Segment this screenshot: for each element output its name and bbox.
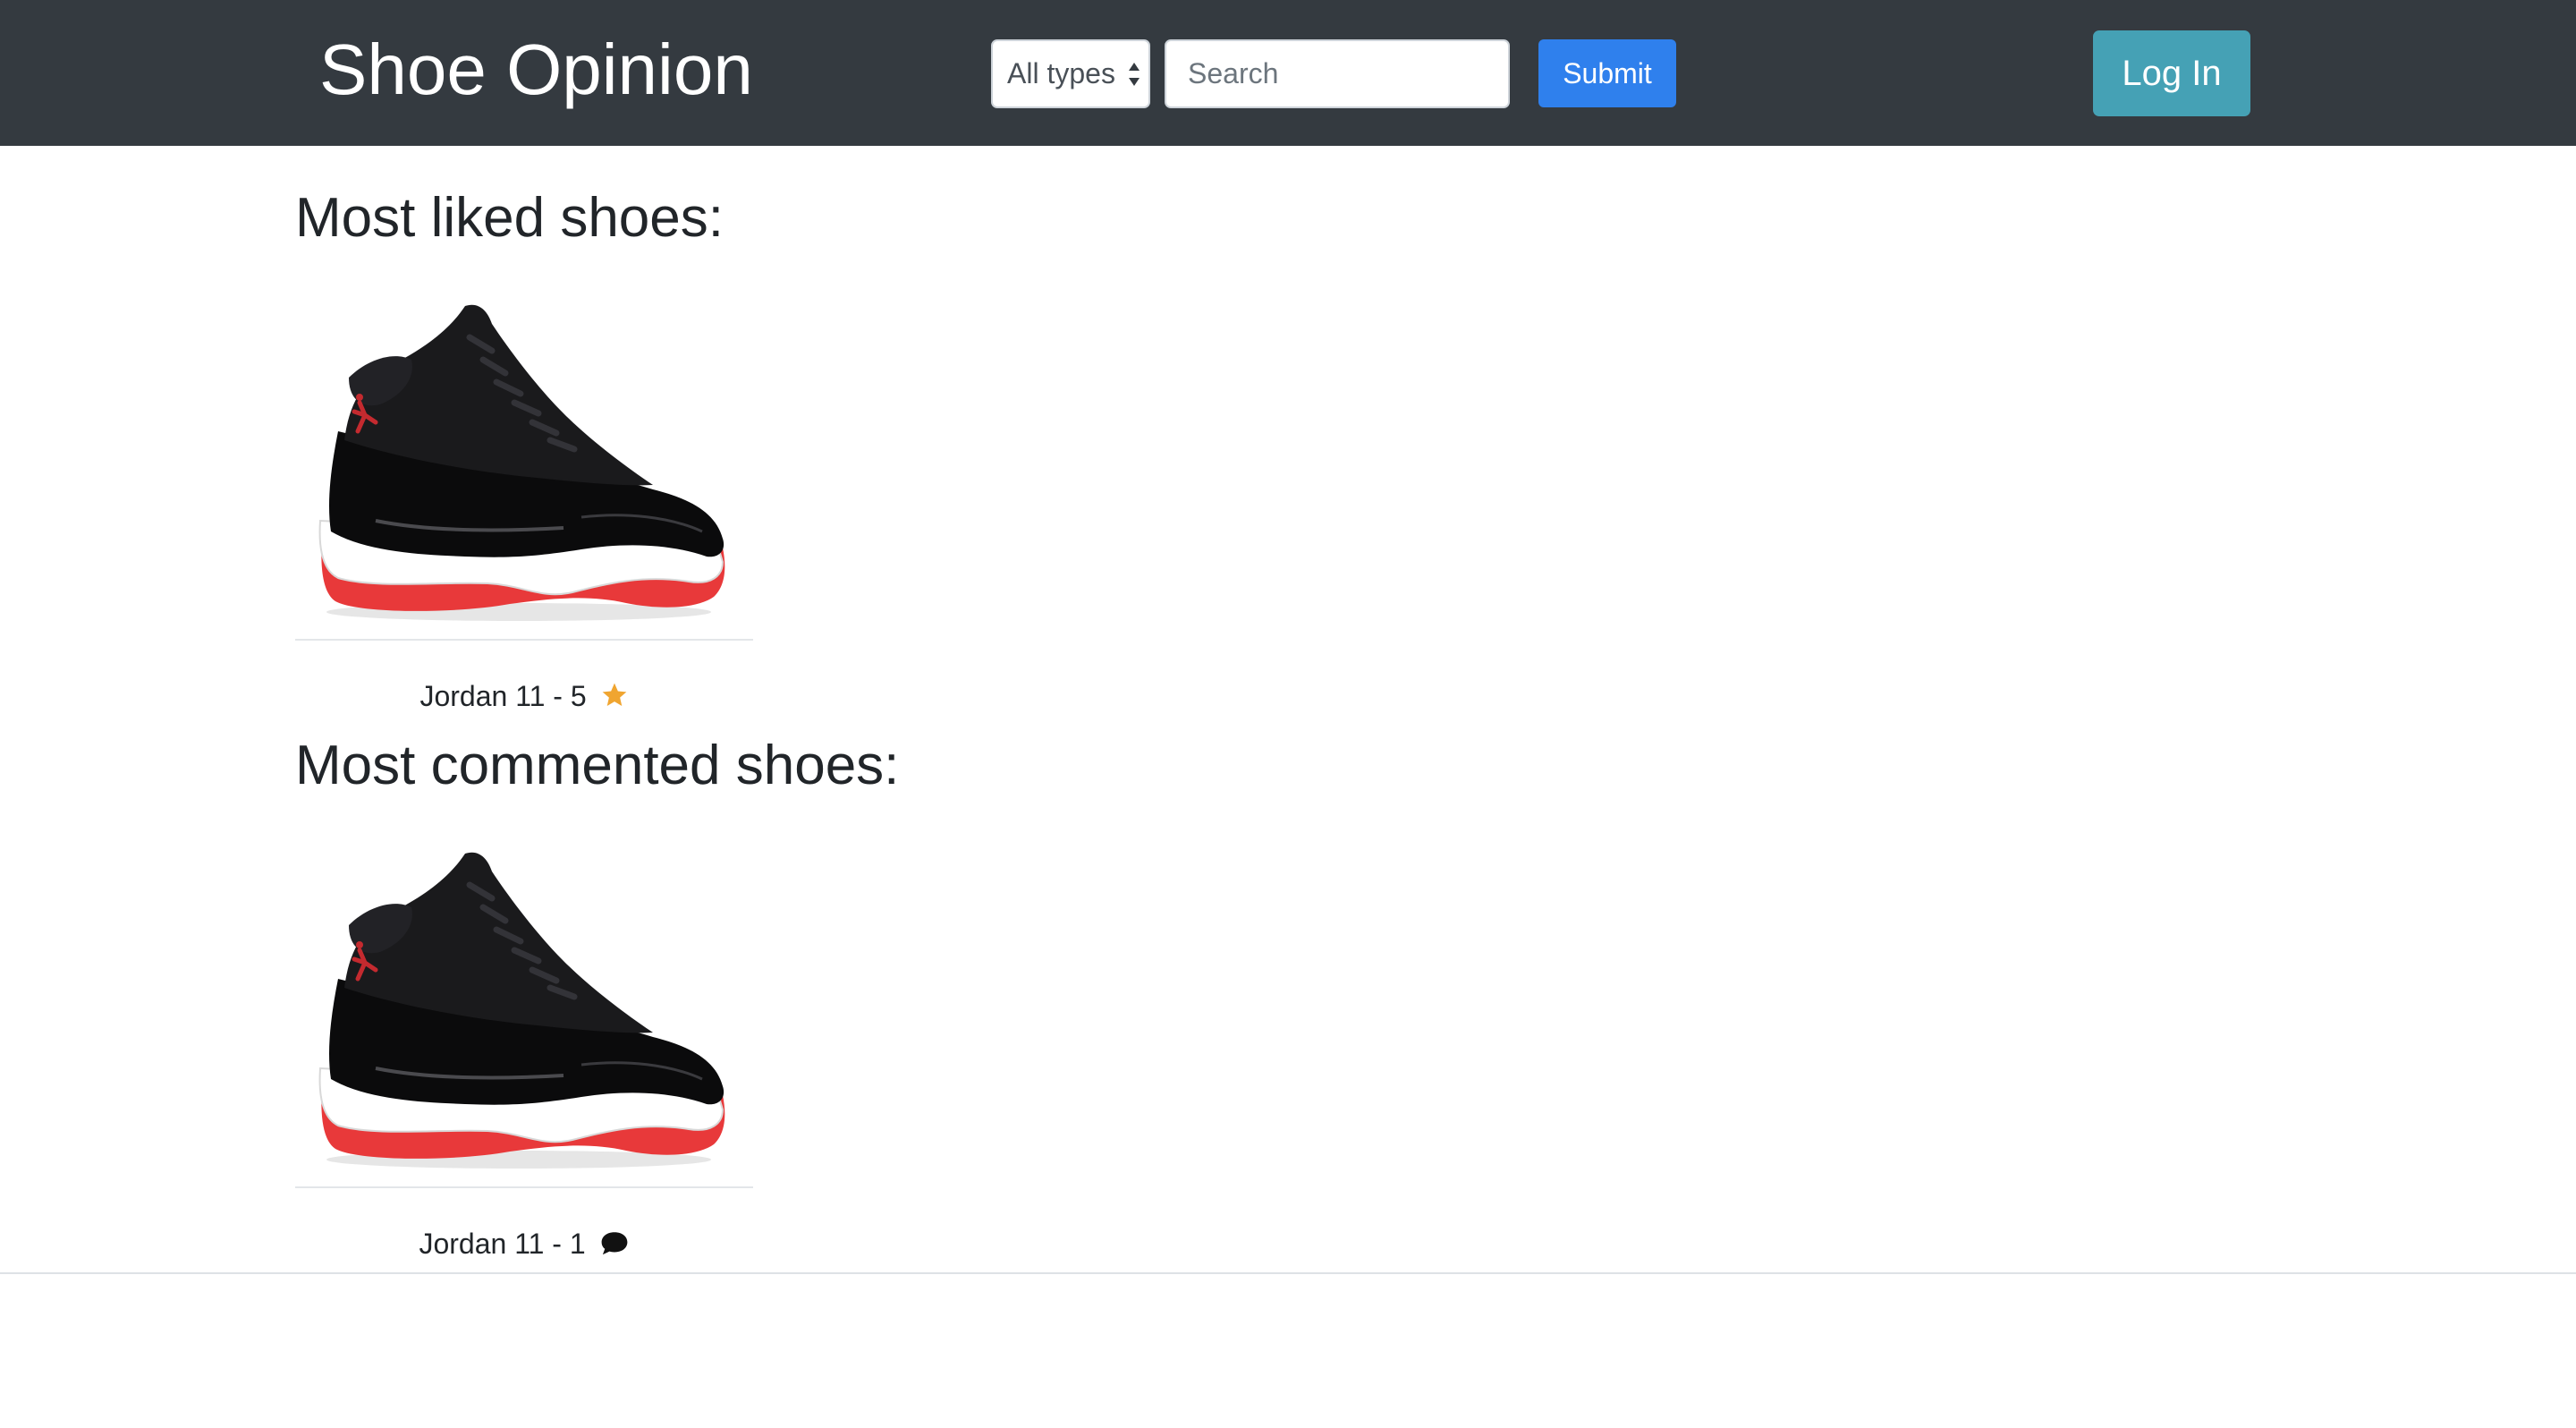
comment-icon xyxy=(601,1232,627,1255)
card-divider xyxy=(295,1186,753,1188)
type-select-value: All types xyxy=(1007,57,1115,89)
most-liked-caption: Jordan 11 - 5 xyxy=(295,678,753,714)
most-commented-caption: Jordan 11 - 1 xyxy=(295,1226,753,1262)
most-commented-title: Most commented shoes: xyxy=(295,735,900,796)
card-divider xyxy=(295,639,753,641)
most-commented-card[interactable]: Jordan 11 - 1 xyxy=(295,845,753,1274)
shoe-image[interactable] xyxy=(295,845,753,1186)
caption-separator: - xyxy=(545,680,571,712)
shoe-name: Jordan 11 xyxy=(419,680,546,712)
navbar: Shoe Opinion All types Submit Log In xyxy=(0,0,2576,146)
type-select[interactable]: All types xyxy=(991,39,1150,108)
caption-separator: - xyxy=(544,1228,570,1260)
login-button[interactable]: Log In xyxy=(2093,30,2250,116)
most-liked-title: Most liked shoes: xyxy=(295,187,724,249)
search-input[interactable] xyxy=(1165,39,1510,108)
star-icon xyxy=(602,683,626,706)
like-count: 5 xyxy=(570,680,587,712)
most-liked-card[interactable]: Jordan 11 - 5 xyxy=(295,297,753,727)
comment-count: 1 xyxy=(569,1228,586,1260)
shoe-image[interactable] xyxy=(295,297,753,639)
select-arrows-icon xyxy=(1129,63,1140,86)
footer-divider xyxy=(0,1272,2576,1274)
shoe-name: Jordan 11 xyxy=(419,1228,545,1260)
brand-logo[interactable]: Shoe Opinion xyxy=(319,25,753,115)
submit-button[interactable]: Submit xyxy=(1538,39,1676,107)
